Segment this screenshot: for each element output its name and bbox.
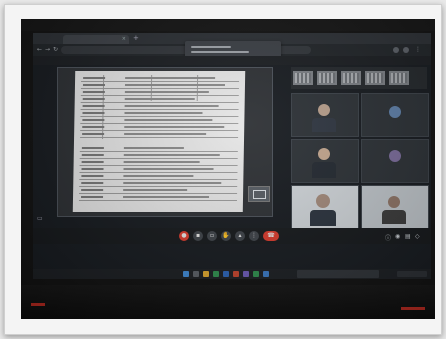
participant-tile[interactable] — [317, 71, 337, 85]
captions-icon: ▫ — [209, 232, 215, 239]
table-row — [80, 110, 239, 117]
end-call-icon: ☎ — [267, 232, 275, 239]
participant-tile[interactable] — [291, 139, 359, 183]
laptop-screen: × + ← → ↻ ⋮ ▭ ● ▪ ▫ ✋ ▴ ⋮ ☎ ⓘ ◉ ▤ ◇ — [33, 33, 431, 279]
reload-icon[interactable]: ↻ — [53, 46, 58, 53]
teams-icon[interactable] — [243, 271, 249, 277]
photo-frame: × + ← → ↻ ⋮ ▭ ● ▪ ▫ ✋ ▴ ⋮ ☎ ⓘ ◉ ▤ ◇ — [4, 4, 442, 335]
call-controls-bar — [33, 228, 431, 244]
file-explorer-icon[interactable] — [203, 271, 209, 277]
desk-surface — [21, 285, 435, 319]
taskbar-search-box[interactable] — [297, 270, 379, 278]
photo: × + ← → ↻ ⋮ ▭ ● ▪ ▫ ✋ ▴ ⋮ ☎ ⓘ ◉ ▤ ◇ — [21, 19, 435, 319]
edge-icon[interactable] — [223, 271, 229, 277]
menu-icon[interactable]: ⋮ — [415, 46, 421, 53]
mic-icon: ● — [181, 232, 187, 239]
shared-screen-panel — [57, 67, 273, 217]
start-icon[interactable] — [183, 271, 189, 277]
table-row — [80, 124, 239, 131]
laptop-bezel — [21, 19, 435, 31]
table-row — [81, 75, 240, 82]
people-icon[interactable]: ◉ — [395, 233, 400, 240]
avatar — [389, 106, 401, 118]
pin-icon[interactable]: ▭ — [37, 215, 43, 222]
table-row — [80, 103, 239, 110]
info-icon[interactable]: ⓘ — [385, 233, 391, 242]
participant-tile[interactable] — [389, 71, 409, 85]
meeting-header — [33, 56, 431, 65]
taskbar — [33, 269, 431, 279]
table-row — [80, 89, 239, 96]
red-sticker — [31, 303, 45, 306]
new-tab-icon[interactable]: + — [133, 34, 139, 42]
participant-tile[interactable] — [361, 185, 429, 229]
end-call-button[interactable]: ☎ — [263, 231, 279, 241]
forward-icon[interactable]: → — [45, 46, 50, 53]
table-row — [78, 194, 238, 201]
participant-tile[interactable] — [361, 139, 429, 183]
present-icon: ▴ — [238, 232, 242, 239]
chat-icon[interactable]: ▤ — [405, 233, 411, 240]
present-button[interactable]: ▴ — [235, 231, 245, 241]
table-row — [79, 159, 238, 166]
table-row — [79, 145, 238, 152]
participant-tile[interactable] — [361, 93, 429, 137]
profile-icon[interactable] — [403, 47, 409, 53]
camera-button[interactable]: ▪ — [193, 231, 203, 241]
table-row — [80, 131, 239, 138]
mic-button[interactable]: ● — [179, 231, 189, 241]
table-row — [79, 187, 238, 194]
meet-icon[interactable] — [253, 271, 259, 277]
table-row — [79, 166, 238, 173]
participant-tile[interactable] — [291, 93, 359, 137]
raise-hand-icon: ✋ — [222, 232, 230, 239]
popup-text-line — [191, 51, 249, 53]
office-icon[interactable] — [233, 271, 239, 277]
more-options-button[interactable]: ⋮ — [249, 231, 259, 241]
table-row — [80, 82, 240, 89]
participant-strip — [291, 67, 427, 89]
close-tab-icon[interactable]: × — [122, 35, 126, 44]
participant-tile[interactable] — [365, 71, 385, 85]
shared-document — [72, 71, 246, 212]
back-icon[interactable]: ← — [37, 46, 42, 53]
participant-tile[interactable] — [291, 185, 359, 229]
table-row — [80, 117, 239, 124]
self-view-tile[interactable] — [248, 186, 270, 202]
captions-button[interactable]: ▫ — [207, 231, 217, 241]
table-row — [80, 96, 239, 103]
camera-icon: ▪ — [195, 232, 201, 239]
table-row — [79, 180, 238, 187]
store-icon[interactable] — [263, 271, 269, 277]
participant-tile[interactable] — [341, 71, 361, 85]
browser-tab[interactable]: × — [63, 35, 129, 44]
system-tray[interactable] — [397, 271, 427, 277]
more-options-icon: ⋮ — [251, 232, 257, 239]
popup-text-line — [191, 46, 231, 48]
avatar — [389, 150, 401, 162]
chrome-icon[interactable] — [213, 271, 219, 277]
red-sticker — [401, 307, 425, 310]
activities-icon[interactable]: ◇ — [415, 233, 420, 240]
table-row — [79, 152, 238, 159]
participant-tile[interactable] — [293, 71, 313, 85]
table-row — [79, 173, 238, 180]
raise-hand-button[interactable]: ✋ — [221, 231, 231, 241]
search-icon[interactable] — [193, 271, 199, 277]
extension-icon[interactable] — [393, 47, 399, 53]
